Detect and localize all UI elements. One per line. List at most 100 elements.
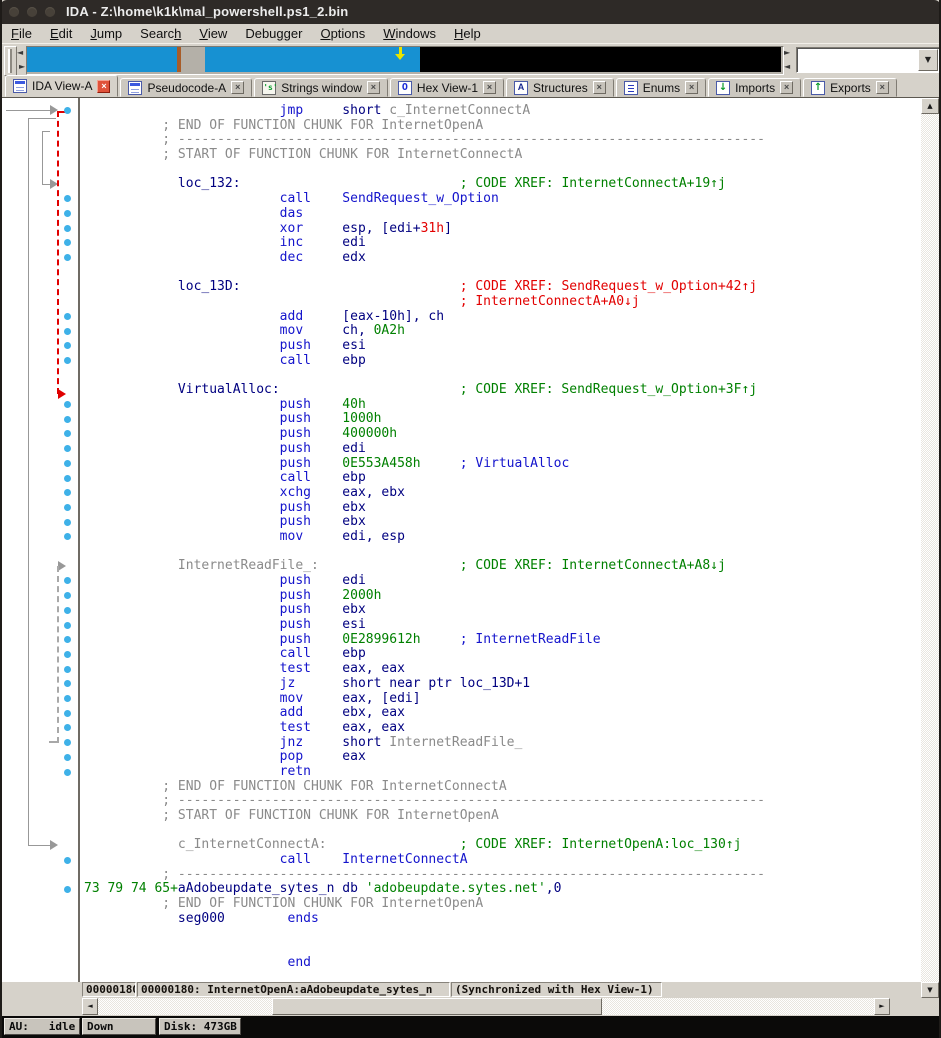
instruction-dot[interactable] [64,607,71,614]
code-line-25[interactable]: push 0E553A458h ; VirtualAlloc [84,457,765,472]
disassembly-view[interactable]: jmp short c_InternetConnectA ; END OF FU… [2,98,939,982]
code-line-59[interactable]: end [84,956,765,971]
code-line-50[interactable] [84,824,765,839]
band-scroll-right-icon[interactable]: ► [19,62,25,71]
code-line-8[interactable]: das [84,207,765,222]
instruction-dot[interactable] [64,357,71,364]
vertical-scrollbar[interactable]: ▲ ▼ [921,98,939,998]
code-line-27[interactable]: xchg eax, ebx [84,486,765,501]
close-icon[interactable]: × [593,81,606,94]
code-line-1[interactable]: jmp short c_InternetConnectA [84,104,765,119]
code-line-57[interactable] [84,927,765,942]
instruction-dot[interactable] [64,107,71,114]
code-line-52[interactable]: call InternetConnectA [84,853,765,868]
code-line-35[interactable]: push ebx [84,603,765,618]
window-button-minimize[interactable] [27,7,37,17]
code-line-34[interactable]: push 2000h [84,589,765,604]
code-line-33[interactable]: push edi [84,574,765,589]
instruction-dot[interactable] [64,342,71,349]
tab-ida-view-a[interactable]: IDA View-A× [5,75,118,97]
code-line-56[interactable]: seg000 ends [84,912,765,927]
instruction-dot[interactable] [64,460,71,467]
code-line-13[interactable]: loc_13D: ; CODE XREF: SendRequest_w_Opti… [84,280,765,295]
title-bar[interactable]: IDA - Z:\home\k1k\mal_powershell.ps1_2.b… [0,0,941,24]
menu-view[interactable]: View [190,24,236,41]
menu-jump[interactable]: Jump [81,24,131,41]
menu-windows[interactable]: Windows [374,24,445,41]
window-button-close[interactable] [9,7,19,17]
code-line-18[interactable]: call ebp [84,354,765,369]
scroll-down-icon[interactable]: ▼ [921,982,939,998]
code-line-41[interactable]: mov eax, [edi] [84,692,765,707]
instruction-dot[interactable] [64,754,71,761]
instruction-dot[interactable] [64,592,71,599]
code-line-17[interactable]: push esi [84,339,765,354]
navigation-band[interactable] [26,46,784,75]
tab-strings-window[interactable]: Strings window× [254,78,388,97]
tab-pseudocode-a[interactable]: Pseudocode-A× [120,78,252,97]
tab-structures[interactable]: Structures× [506,78,614,97]
instruction-dot[interactable] [64,239,71,246]
instruction-dot[interactable] [64,254,71,261]
close-icon[interactable]: × [780,81,793,94]
instruction-dot[interactable] [64,857,71,864]
code-line-15[interactable]: add [eax-10h], ch [84,310,765,325]
instruction-dot[interactable] [64,445,71,452]
close-icon[interactable]: × [97,80,110,93]
instruction-dot[interactable] [64,195,71,202]
code-line-19[interactable] [84,368,765,383]
code-line-2[interactable]: ; END OF FUNCTION CHUNK FOR InternetOpen… [84,119,765,134]
tab-enums[interactable]: Enums× [616,78,706,97]
scroll-right-icon[interactable]: ► [874,998,890,1015]
instruction-dot[interactable] [64,504,71,511]
code-line-12[interactable] [84,266,765,281]
code-line-32[interactable]: InternetReadFile_: ; CODE XREF: Internet… [84,559,765,574]
navband-segment-external[interactable] [420,47,781,72]
code-line-10[interactable]: inc edi [84,236,765,251]
horizontal-scrollbar[interactable]: ◄ ► [82,998,890,1015]
code-line-38[interactable]: call ebp [84,647,765,662]
code-line-42[interactable]: add ebx, eax [84,706,765,721]
menu-edit[interactable]: Edit [41,24,81,41]
instruction-dot[interactable] [64,622,71,629]
instruction-dot[interactable] [64,225,71,232]
instruction-dot[interactable] [64,533,71,540]
window-button-maximize[interactable] [45,7,55,17]
code-line-55[interactable]: ; END OF FUNCTION CHUNK FOR InternetOpen… [84,897,765,912]
code-line-24[interactable]: push edi [84,442,765,457]
address-combobox[interactable]: ▼ [796,47,940,73]
instruction-dot[interactable] [64,769,71,776]
close-icon[interactable]: × [876,81,889,94]
instruction-dot[interactable] [64,210,71,217]
close-icon[interactable]: × [483,81,496,94]
code-line-49[interactable]: ; START OF FUNCTION CHUNK FOR InternetOp… [84,809,765,824]
code-line-5[interactable] [84,163,765,178]
tab-imports[interactable]: Imports× [708,78,801,97]
instruction-dot[interactable] [64,695,71,702]
instruction-dot[interactable] [64,489,71,496]
code-line-53[interactable]: ; --------------------------------------… [84,868,765,883]
code-line-14[interactable]: ; InternetConnectA+A0↓j [84,295,765,310]
instruction-dot[interactable] [64,636,71,643]
instruction-dot[interactable] [64,328,71,335]
code-line-4[interactable]: ; START OF FUNCTION CHUNK FOR InternetCo… [84,148,765,163]
menu-help[interactable]: Help [445,24,490,41]
code-line-16[interactable]: mov ch, 0A2h [84,324,765,339]
navband-segment-code2[interactable] [205,47,420,72]
code-line-7[interactable]: call SendRequest_w_Option [84,192,765,207]
code-line-43[interactable]: test eax, eax [84,721,765,736]
code-line-39[interactable]: test eax, eax [84,662,765,677]
instruction-dot[interactable] [64,724,71,731]
instruction-dot[interactable] [64,710,71,717]
code-line-47[interactable]: ; END OF FUNCTION CHUNK FOR InternetConn… [84,780,765,795]
code-line-44[interactable]: jnz short InternetReadFile_ [84,736,765,751]
code-line-28[interactable]: push ebx [84,501,765,516]
menu-options[interactable]: Options [311,24,374,41]
band-scroll-left-icon[interactable]: ◄ [17,48,23,57]
menu-file[interactable]: File [2,24,41,41]
instruction-dot[interactable] [64,475,71,482]
code-line-23[interactable]: push 400000h [84,427,765,442]
instruction-dot[interactable] [64,739,71,746]
menu-debugger[interactable]: Debugger [236,24,311,41]
code-line-21[interactable]: push 40h [84,398,765,413]
